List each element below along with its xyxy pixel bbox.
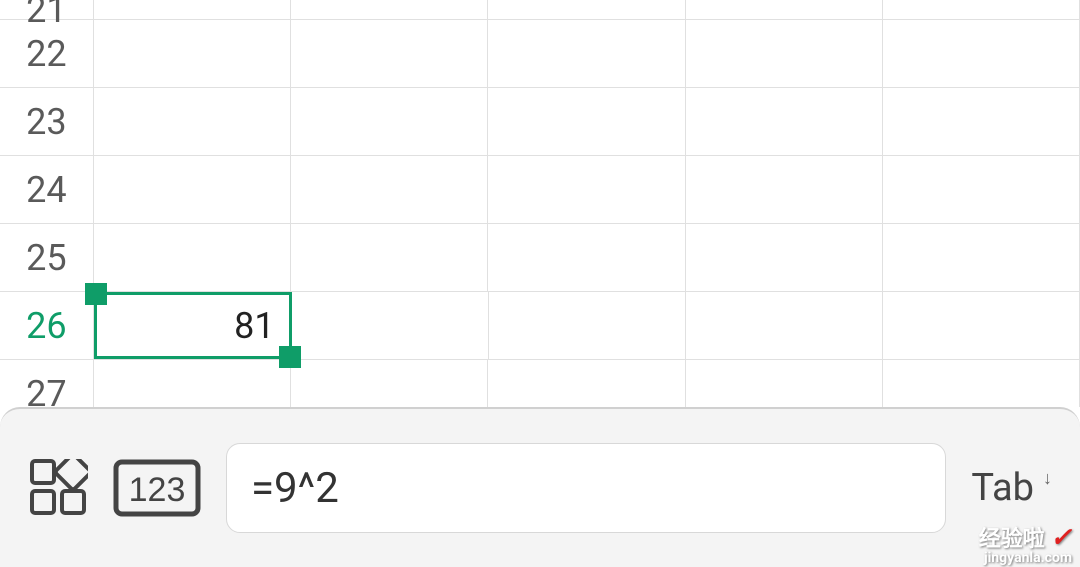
cell[interactable] xyxy=(94,88,291,155)
row-24: 24 xyxy=(0,156,1080,224)
cell[interactable] xyxy=(883,156,1080,223)
selection-handle-top-left[interactable] xyxy=(85,283,107,305)
tab-arrow-icon: ↓ xyxy=(1043,468,1052,489)
row-header-active[interactable]: 26 xyxy=(0,292,94,359)
cell-value: 81 xyxy=(234,305,274,347)
spreadsheet-grid[interactable]: 21 22 23 24 25 26 xyxy=(0,0,1080,407)
row-header[interactable]: 21 xyxy=(0,0,94,19)
cell[interactable] xyxy=(94,156,291,223)
cell[interactable] xyxy=(489,292,686,359)
svg-text:123: 123 xyxy=(129,471,186,509)
cell[interactable] xyxy=(488,224,685,291)
row-23: 23 xyxy=(0,88,1080,156)
cell[interactable] xyxy=(488,20,685,87)
row-header[interactable]: 27 xyxy=(0,360,94,407)
cell[interactable] xyxy=(291,224,488,291)
cell[interactable] xyxy=(883,0,1080,19)
cell[interactable] xyxy=(291,360,488,407)
row-header[interactable]: 24 xyxy=(0,156,94,223)
cell[interactable] xyxy=(883,360,1080,407)
cell[interactable] xyxy=(686,156,883,223)
cell[interactable] xyxy=(291,156,488,223)
cell[interactable] xyxy=(686,0,883,19)
selected-cell[interactable]: 81 xyxy=(94,292,292,359)
watermark: 经验啦 ✓ jingyanla.com xyxy=(979,525,1072,565)
cell[interactable] xyxy=(94,0,291,19)
cell[interactable] xyxy=(686,88,883,155)
cell[interactable] xyxy=(94,20,291,87)
cell[interactable] xyxy=(686,292,883,359)
tab-button[interactable]: Tab ↓ xyxy=(971,466,1050,510)
cell[interactable] xyxy=(291,20,488,87)
cell[interactable] xyxy=(883,88,1080,155)
formula-input[interactable]: =9^2 xyxy=(226,443,946,533)
number-format-icon[interactable]: 123 xyxy=(113,459,201,517)
cell[interactable] xyxy=(883,20,1080,87)
row-21: 21 xyxy=(0,0,1080,20)
formula-bar: 123 =9^2 Tab ↓ xyxy=(0,407,1080,567)
cell[interactable] xyxy=(883,224,1080,291)
selection-handle-bottom-right[interactable] xyxy=(279,346,301,368)
row-header[interactable]: 22 xyxy=(0,20,94,87)
row-25: 25 xyxy=(0,224,1080,292)
row-header[interactable]: 25 xyxy=(0,224,94,291)
cell[interactable] xyxy=(291,0,488,19)
row-22: 22 xyxy=(0,20,1080,88)
cell[interactable] xyxy=(686,20,883,87)
tab-label: Tab xyxy=(971,466,1034,510)
cell[interactable] xyxy=(291,88,488,155)
cell[interactable] xyxy=(488,88,685,155)
cell[interactable] xyxy=(883,292,1080,359)
cell[interactable] xyxy=(488,0,685,19)
cell[interactable] xyxy=(94,224,291,291)
row-27: 27 xyxy=(0,360,1080,407)
row-26: 26 81 xyxy=(0,292,1080,360)
cell[interactable] xyxy=(488,360,685,407)
apps-menu-icon[interactable] xyxy=(30,459,88,517)
cell[interactable] xyxy=(292,292,489,359)
cell[interactable] xyxy=(686,224,883,291)
cell[interactable] xyxy=(686,360,883,407)
cell[interactable] xyxy=(94,360,291,407)
row-header[interactable]: 23 xyxy=(0,88,94,155)
formula-text: =9^2 xyxy=(251,464,339,513)
cell[interactable] xyxy=(488,156,685,223)
